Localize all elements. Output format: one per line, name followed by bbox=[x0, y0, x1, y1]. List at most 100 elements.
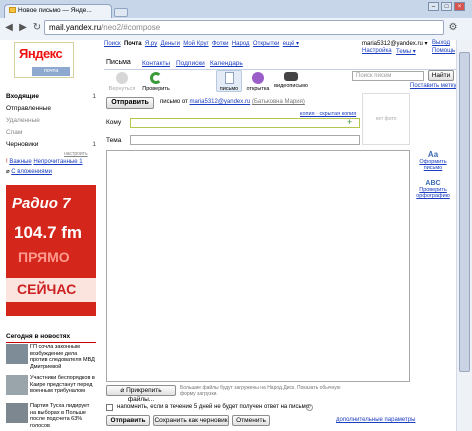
scrollbar-thumb[interactable] bbox=[459, 52, 470, 372]
news-title: Сегодня в новостях bbox=[6, 333, 71, 340]
tab-title: Новое письмо — Янде... bbox=[18, 7, 92, 14]
folders-settings-link[interactable]: настроить bbox=[64, 151, 88, 157]
send-button-bottom[interactable]: Отправить bbox=[106, 415, 150, 426]
service-yaru[interactable]: Я.ру bbox=[145, 41, 157, 47]
from-email-link[interactable]: maria5312@yandex.ru bbox=[189, 99, 250, 105]
news-divider bbox=[6, 342, 96, 343]
mail-icon bbox=[9, 7, 16, 14]
typograf-tool[interactable]: Аа Оформить письмо bbox=[418, 150, 448, 171]
radio-ad-banner[interactable]: Радио 7 104.7 fm ПРЯМО СЕЙЧАС bbox=[6, 185, 96, 316]
page-scrollbar[interactable] bbox=[456, 40, 472, 431]
inbox-count: 1 bbox=[92, 93, 96, 100]
service-more[interactable]: ещё ▾ bbox=[283, 41, 299, 47]
logo-text: Яндекс bbox=[19, 46, 63, 61]
attach-note: Большие файлы будут загружены на Народ.Д… bbox=[180, 385, 341, 397]
from-line: письмо от maria5312@yandex.ru (Батьковна… bbox=[160, 99, 305, 105]
address-path: /neo2/#compose bbox=[101, 23, 161, 32]
extra-params-link[interactable]: дополнительные параметры bbox=[336, 417, 415, 423]
remind-checkbox[interactable] bbox=[106, 404, 113, 411]
forward-arrow-icon[interactable]: ▶ bbox=[16, 21, 30, 35]
to-field[interactable] bbox=[130, 118, 360, 128]
maximize-button[interactable]: □ bbox=[441, 2, 452, 11]
user-email[interactable]: maria5312@yandex.ru ▾ bbox=[362, 40, 427, 47]
folder-sent[interactable]: Отправленные bbox=[6, 105, 96, 112]
back-tool[interactable]: Вернуться bbox=[104, 72, 140, 92]
service-moikrug[interactable]: Мой Круг bbox=[183, 41, 208, 47]
spellcheck-tool[interactable]: ABC Проверить орфографию bbox=[414, 180, 452, 199]
set-label-link[interactable]: Поставить метку bbox=[410, 83, 456, 89]
document-icon bbox=[224, 72, 234, 84]
tab-contacts[interactable]: Контакты bbox=[142, 60, 170, 67]
help-link[interactable]: Помощь bbox=[432, 48, 455, 54]
news-item[interactable]: Партия Тусха лидирует на выборах в Польш… bbox=[6, 403, 96, 429]
filter-attachments-row: ⌀ С вложениями bbox=[6, 168, 96, 175]
photo-placeholder: нет фото bbox=[362, 93, 410, 145]
services-bar: Поиск Почта Я.ру Деньги Мой Круг Фотки Н… bbox=[104, 40, 334, 47]
subject-label: Тема bbox=[106, 137, 122, 144]
address-host: mail.yandex.ru bbox=[49, 23, 102, 32]
back-icon bbox=[116, 72, 128, 84]
settings-link[interactable]: Настройка bbox=[362, 48, 392, 54]
news-item[interactable]: ГП сочла законным возбуждение дела проти… bbox=[6, 344, 96, 370]
news-item[interactable]: Участники беспорядков в Каире предстанут… bbox=[6, 375, 96, 401]
typograf-icon: Аа bbox=[427, 150, 439, 159]
card-tool[interactable]: открытка bbox=[240, 72, 276, 92]
browser-tab[interactable]: Новое письмо — Янде... bbox=[4, 4, 112, 18]
news-thumbnail bbox=[6, 375, 28, 395]
postcard-icon bbox=[252, 72, 264, 84]
service-fotki[interactable]: Фотки bbox=[212, 41, 229, 47]
address-bar[interactable]: mail.yandex.ru/neo2/#compose bbox=[44, 20, 444, 35]
ad-line1: ПРЯМО bbox=[18, 249, 70, 265]
new-tab-button[interactable] bbox=[114, 8, 128, 17]
back-arrow-icon[interactable]: ◀ bbox=[2, 21, 16, 35]
service-money[interactable]: Деньги bbox=[161, 41, 180, 47]
spellcheck-icon: ABC bbox=[425, 180, 441, 187]
flag-icon: ! bbox=[6, 159, 8, 165]
service-narod[interactable]: Народ bbox=[232, 41, 250, 47]
attach-files-button[interactable]: ⌀ Прикрепить файлы... bbox=[106, 385, 176, 403]
mail-tabs: Письма Контакты Подписки Календарь bbox=[104, 58, 464, 69]
cancel-button[interactable]: Отменить bbox=[232, 415, 270, 426]
folder-drafts[interactable]: Черновики 1 bbox=[6, 141, 96, 148]
tab-calendar[interactable]: Календарь bbox=[210, 60, 243, 67]
reload-icon[interactable]: ↻ bbox=[30, 21, 44, 35]
to-label: Кому bbox=[106, 119, 122, 126]
filter-row: ! Важные Непрочитанные 1 bbox=[6, 159, 96, 165]
save-draft-button[interactable]: Сохранить как черновик bbox=[153, 415, 229, 426]
folder-inbox[interactable]: Входящие 1 bbox=[6, 93, 96, 100]
exit-link[interactable]: Выход bbox=[432, 40, 450, 46]
service-cards[interactable]: Открытки bbox=[253, 41, 279, 47]
filter-attachments[interactable]: С вложениями bbox=[11, 169, 52, 175]
folder-deleted[interactable]: Удаленные bbox=[6, 117, 96, 124]
paperclip-icon: ⌀ bbox=[6, 169, 10, 175]
refresh-icon bbox=[150, 72, 162, 84]
ad-frequency: 104.7 fm bbox=[14, 223, 83, 242]
search-input[interactable]: Поиск писем bbox=[352, 71, 424, 81]
news-thumbnail bbox=[6, 403, 28, 423]
filter-important[interactable]: Важные bbox=[9, 159, 31, 165]
tab-letters[interactable]: Письма bbox=[106, 59, 131, 66]
filter-unread[interactable]: Непрочитанные 1 bbox=[33, 159, 82, 165]
logo-sub: почта bbox=[32, 67, 70, 76]
yandex-mail-logo[interactable]: Яндекс почта bbox=[14, 42, 74, 78]
send-button[interactable]: Отправить bbox=[106, 97, 154, 109]
close-window-button[interactable]: × bbox=[454, 2, 465, 11]
themes-link[interactable]: Темы ▾ bbox=[396, 48, 416, 55]
video-tool[interactable]: видеописьмо bbox=[273, 72, 309, 89]
message-body-editor[interactable] bbox=[106, 150, 410, 382]
from-name-link[interactable]: (Батьковна Мария) bbox=[252, 99, 305, 105]
wrench-icon[interactable]: ⚙ bbox=[446, 21, 460, 35]
ad-logo: Радио 7 bbox=[12, 195, 71, 212]
minimize-button[interactable]: – bbox=[428, 2, 439, 11]
paperclip-icon: ⌀ bbox=[120, 387, 125, 394]
folder-spam[interactable]: Спам bbox=[6, 129, 96, 136]
search-button[interactable]: Найти bbox=[428, 70, 454, 81]
help-icon[interactable]: ? bbox=[306, 404, 313, 411]
service-search[interactable]: Поиск bbox=[104, 41, 121, 47]
ad-line2: СЕЙЧАС bbox=[17, 281, 77, 297]
tab-subscriptions[interactable]: Подписки bbox=[176, 60, 205, 67]
add-contact-icon[interactable]: + bbox=[347, 118, 357, 128]
check-tool[interactable]: Проверить bbox=[138, 72, 174, 92]
subject-field[interactable] bbox=[130, 135, 360, 145]
video-camera-icon bbox=[284, 72, 298, 81]
